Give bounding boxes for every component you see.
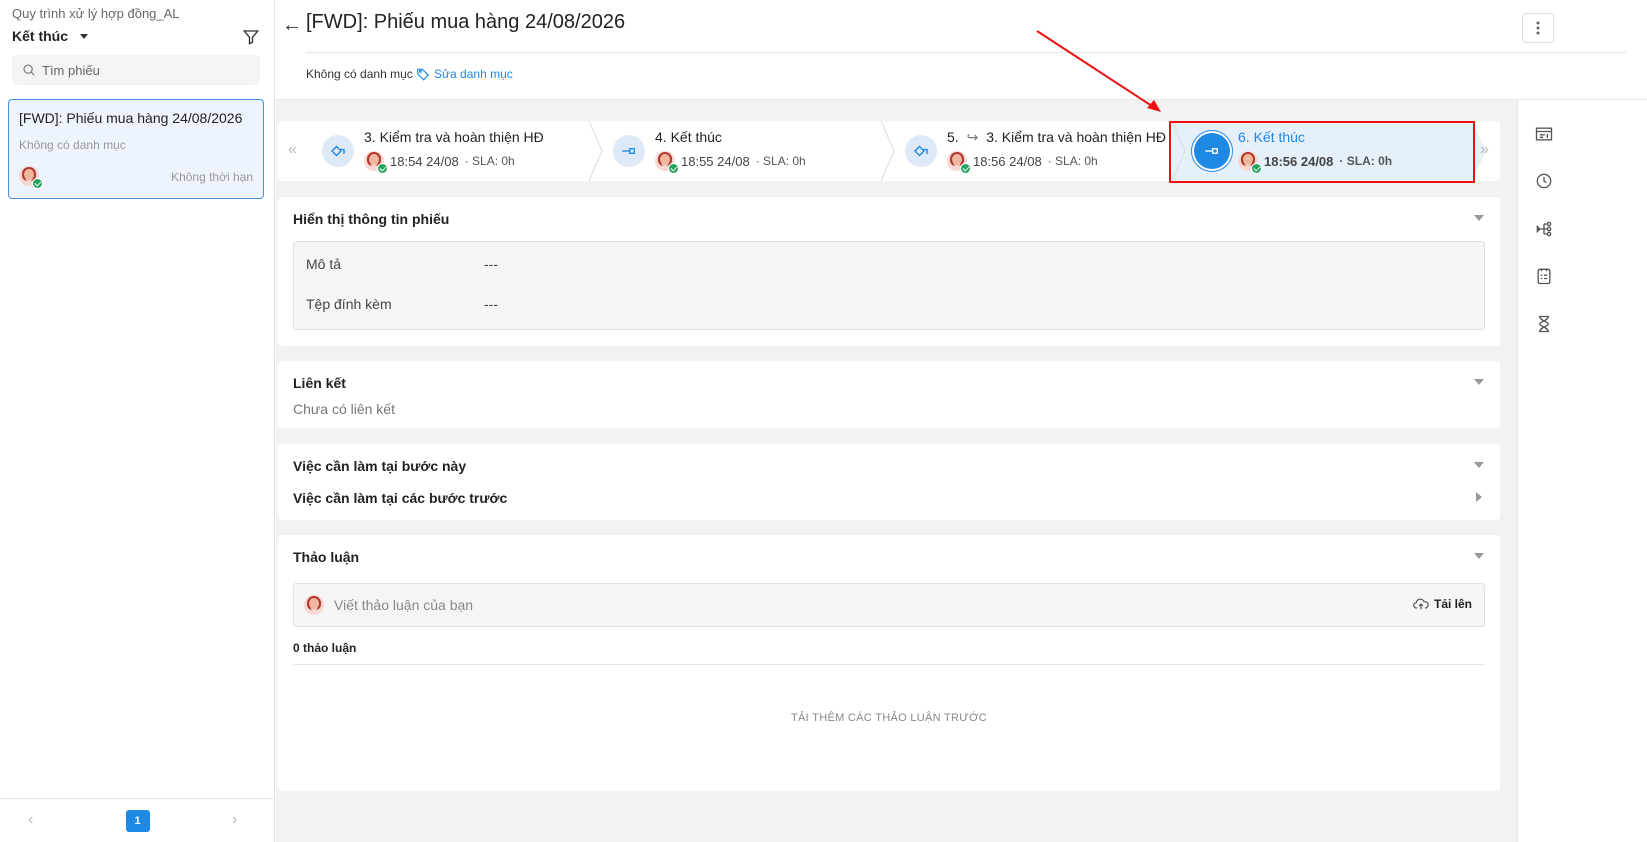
ticket-deadline: Không thời hạn (171, 170, 253, 184)
page-1-button[interactable]: 1 (125, 809, 150, 832)
section-title: Liên kết (293, 375, 346, 391)
todos-section: Việc cần làm tại bước này Việc cần làm t… (278, 444, 1500, 520)
end-node-icon (1194, 133, 1230, 169)
load-more-discussions[interactable]: TẢI THÊM CÁC THẢO LUẬN TRƯỚC (278, 712, 1500, 724)
status-filter-dropdown[interactable]: Kết thúc (12, 28, 88, 44)
step-title: 3. Kiểm tra và hoàn thiện HĐ (364, 129, 544, 145)
todo-current-step-title[interactable]: Việc cần làm tại bước này (293, 458, 466, 474)
avatar (1238, 151, 1262, 174)
step-sla: · SLA: 0h (1047, 154, 1098, 168)
upload-button[interactable]: Tải lên (1413, 597, 1472, 611)
discussion-composer[interactable]: Tải lên (293, 583, 1485, 627)
todo-previous-steps-title[interactable]: Việc cần làm tại các bước trước (293, 490, 507, 506)
field-label: Mô tả (306, 256, 342, 272)
stepper-next-button[interactable]: » (1480, 141, 1489, 159)
stepper-prev-button[interactable]: « (288, 141, 297, 159)
caret-down-icon (80, 33, 88, 39)
process-name: Quy trình xử lý hợp đồng_AL (12, 6, 180, 21)
discussion-count: 0 thảo luận (293, 641, 357, 655)
status-filter-label: Kết thúc (12, 28, 68, 44)
task-hand-icon (322, 135, 354, 167)
more-vertical-icon (1536, 21, 1540, 35)
ticket-category: Không có danh mục (19, 138, 126, 152)
prev-page-button[interactable]: ‹ (28, 811, 33, 829)
category-label: Không có danh mục (306, 67, 413, 81)
ticket-search[interactable] (12, 55, 260, 85)
avatar (364, 151, 388, 174)
step-time: 18:56 24/08 (973, 153, 1042, 169)
step-sla: · SLA: 0h (464, 154, 515, 168)
edit-category-link[interactable]: Sửa danh mục (416, 67, 513, 81)
avatar (304, 595, 324, 615)
upload-label: Tải lên (1433, 597, 1472, 611)
step-separator (880, 121, 895, 181)
step-sla: · SLA: 0h (755, 154, 806, 168)
search-icon (23, 64, 35, 76)
links-section: Liên kết Chưa có liên kết (278, 361, 1500, 428)
back-arrow-icon[interactable]: ← (282, 14, 302, 37)
field-value: --- (484, 256, 498, 272)
discussion-section: Thảo luận Tải lên 0 thảo luận TẢI THÊM C… (278, 535, 1500, 791)
links-empty-text: Chưa có liên kết (293, 401, 395, 417)
check-badge-icon (32, 178, 43, 189)
cloud-upload-icon (1413, 598, 1429, 610)
pagination: ‹ 1 › (0, 798, 275, 842)
header-divider (306, 52, 1626, 53)
edit-category-label: Sửa danh mục (434, 67, 513, 81)
ticket-info-section: Hiển thị thông tin phiếu Mô tả --- Tệp đ… (278, 197, 1500, 346)
ticket-title: [FWD]: Phiếu mua hàng 24/08/2026 (19, 110, 243, 126)
section-title: Thảo luận (293, 549, 360, 565)
avatar (19, 166, 43, 189)
workflow-icon[interactable] (1534, 219, 1554, 239)
ticket-detail-content: « 3. Kiểm tra và hoàn thiện HĐ 18:54 24/… (276, 100, 1517, 842)
collapse-caret-icon[interactable] (1474, 215, 1484, 221)
ticket-list-item[interactable]: [FWD]: Phiếu mua hàng 24/08/2026 Không c… (8, 99, 264, 199)
step-title-text: 3. Kiểm tra và hoàn thiện HĐ (986, 129, 1166, 145)
discussion-divider (293, 664, 1485, 665)
step-title: 5. ↪ 3. Kiểm tra và hoàn thiện HĐ (947, 129, 1166, 146)
info-fields: Mô tả --- Tệp đính kèm --- (293, 241, 1485, 330)
field-value: --- (484, 296, 498, 312)
collapse-caret-icon[interactable] (1474, 462, 1484, 468)
step-title: 4. Kết thúc (655, 129, 722, 145)
step-prefix: 5. (947, 129, 959, 145)
section-title: Hiển thị thông tin phiếu (293, 211, 450, 227)
step-title: 6. Kết thúc (1238, 129, 1305, 145)
detail-panel-icon[interactable] (1534, 124, 1554, 144)
step-sla: · SLA: 0h (1339, 154, 1393, 168)
step-separator (1171, 121, 1186, 181)
field-description: Mô tả --- (306, 256, 498, 272)
hourglass-icon[interactable] (1534, 314, 1554, 334)
task-hand-icon (905, 135, 937, 167)
avatar (947, 151, 971, 174)
step-separator (588, 121, 603, 181)
step-time: 18:55 24/08 (681, 153, 750, 169)
page-title: [FWD]: Phiếu mua hàng 24/08/2026 (306, 11, 626, 33)
history-clock-icon[interactable] (1534, 171, 1554, 191)
collapse-caret-icon[interactable] (1474, 553, 1484, 559)
avatar (655, 151, 679, 174)
more-options-button[interactable] (1522, 13, 1554, 43)
right-tool-rail (1517, 100, 1647, 842)
discussion-input[interactable] (334, 597, 1334, 613)
collapse-caret-icon[interactable] (1474, 379, 1484, 385)
step-time: 18:54 24/08 (390, 153, 459, 169)
end-node-icon (613, 135, 645, 167)
ticket-list-panel: Quy trình xử lý hợp đồng_AL Kết thúc [FW… (0, 0, 275, 842)
field-label: Tệp đính kèm (306, 296, 392, 312)
search-input[interactable] (42, 62, 242, 78)
field-attachments: Tệp đính kèm --- (306, 296, 498, 312)
tag-icon (417, 68, 430, 81)
next-page-button[interactable]: › (232, 811, 237, 829)
expand-caret-icon[interactable] (1476, 492, 1482, 502)
return-arrow-icon: ↪ (966, 129, 979, 145)
step-time: 18:56 24/08 (1264, 153, 1334, 169)
workflow-stepper: « 3. Kiểm tra và hoàn thiện HĐ 18:54 24/… (278, 121, 1500, 181)
filter-icon[interactable] (242, 28, 260, 46)
checklist-icon[interactable] (1534, 266, 1554, 286)
ticket-header: ← [FWD]: Phiếu mua hàng 24/08/2026 Không… (276, 0, 1647, 100)
